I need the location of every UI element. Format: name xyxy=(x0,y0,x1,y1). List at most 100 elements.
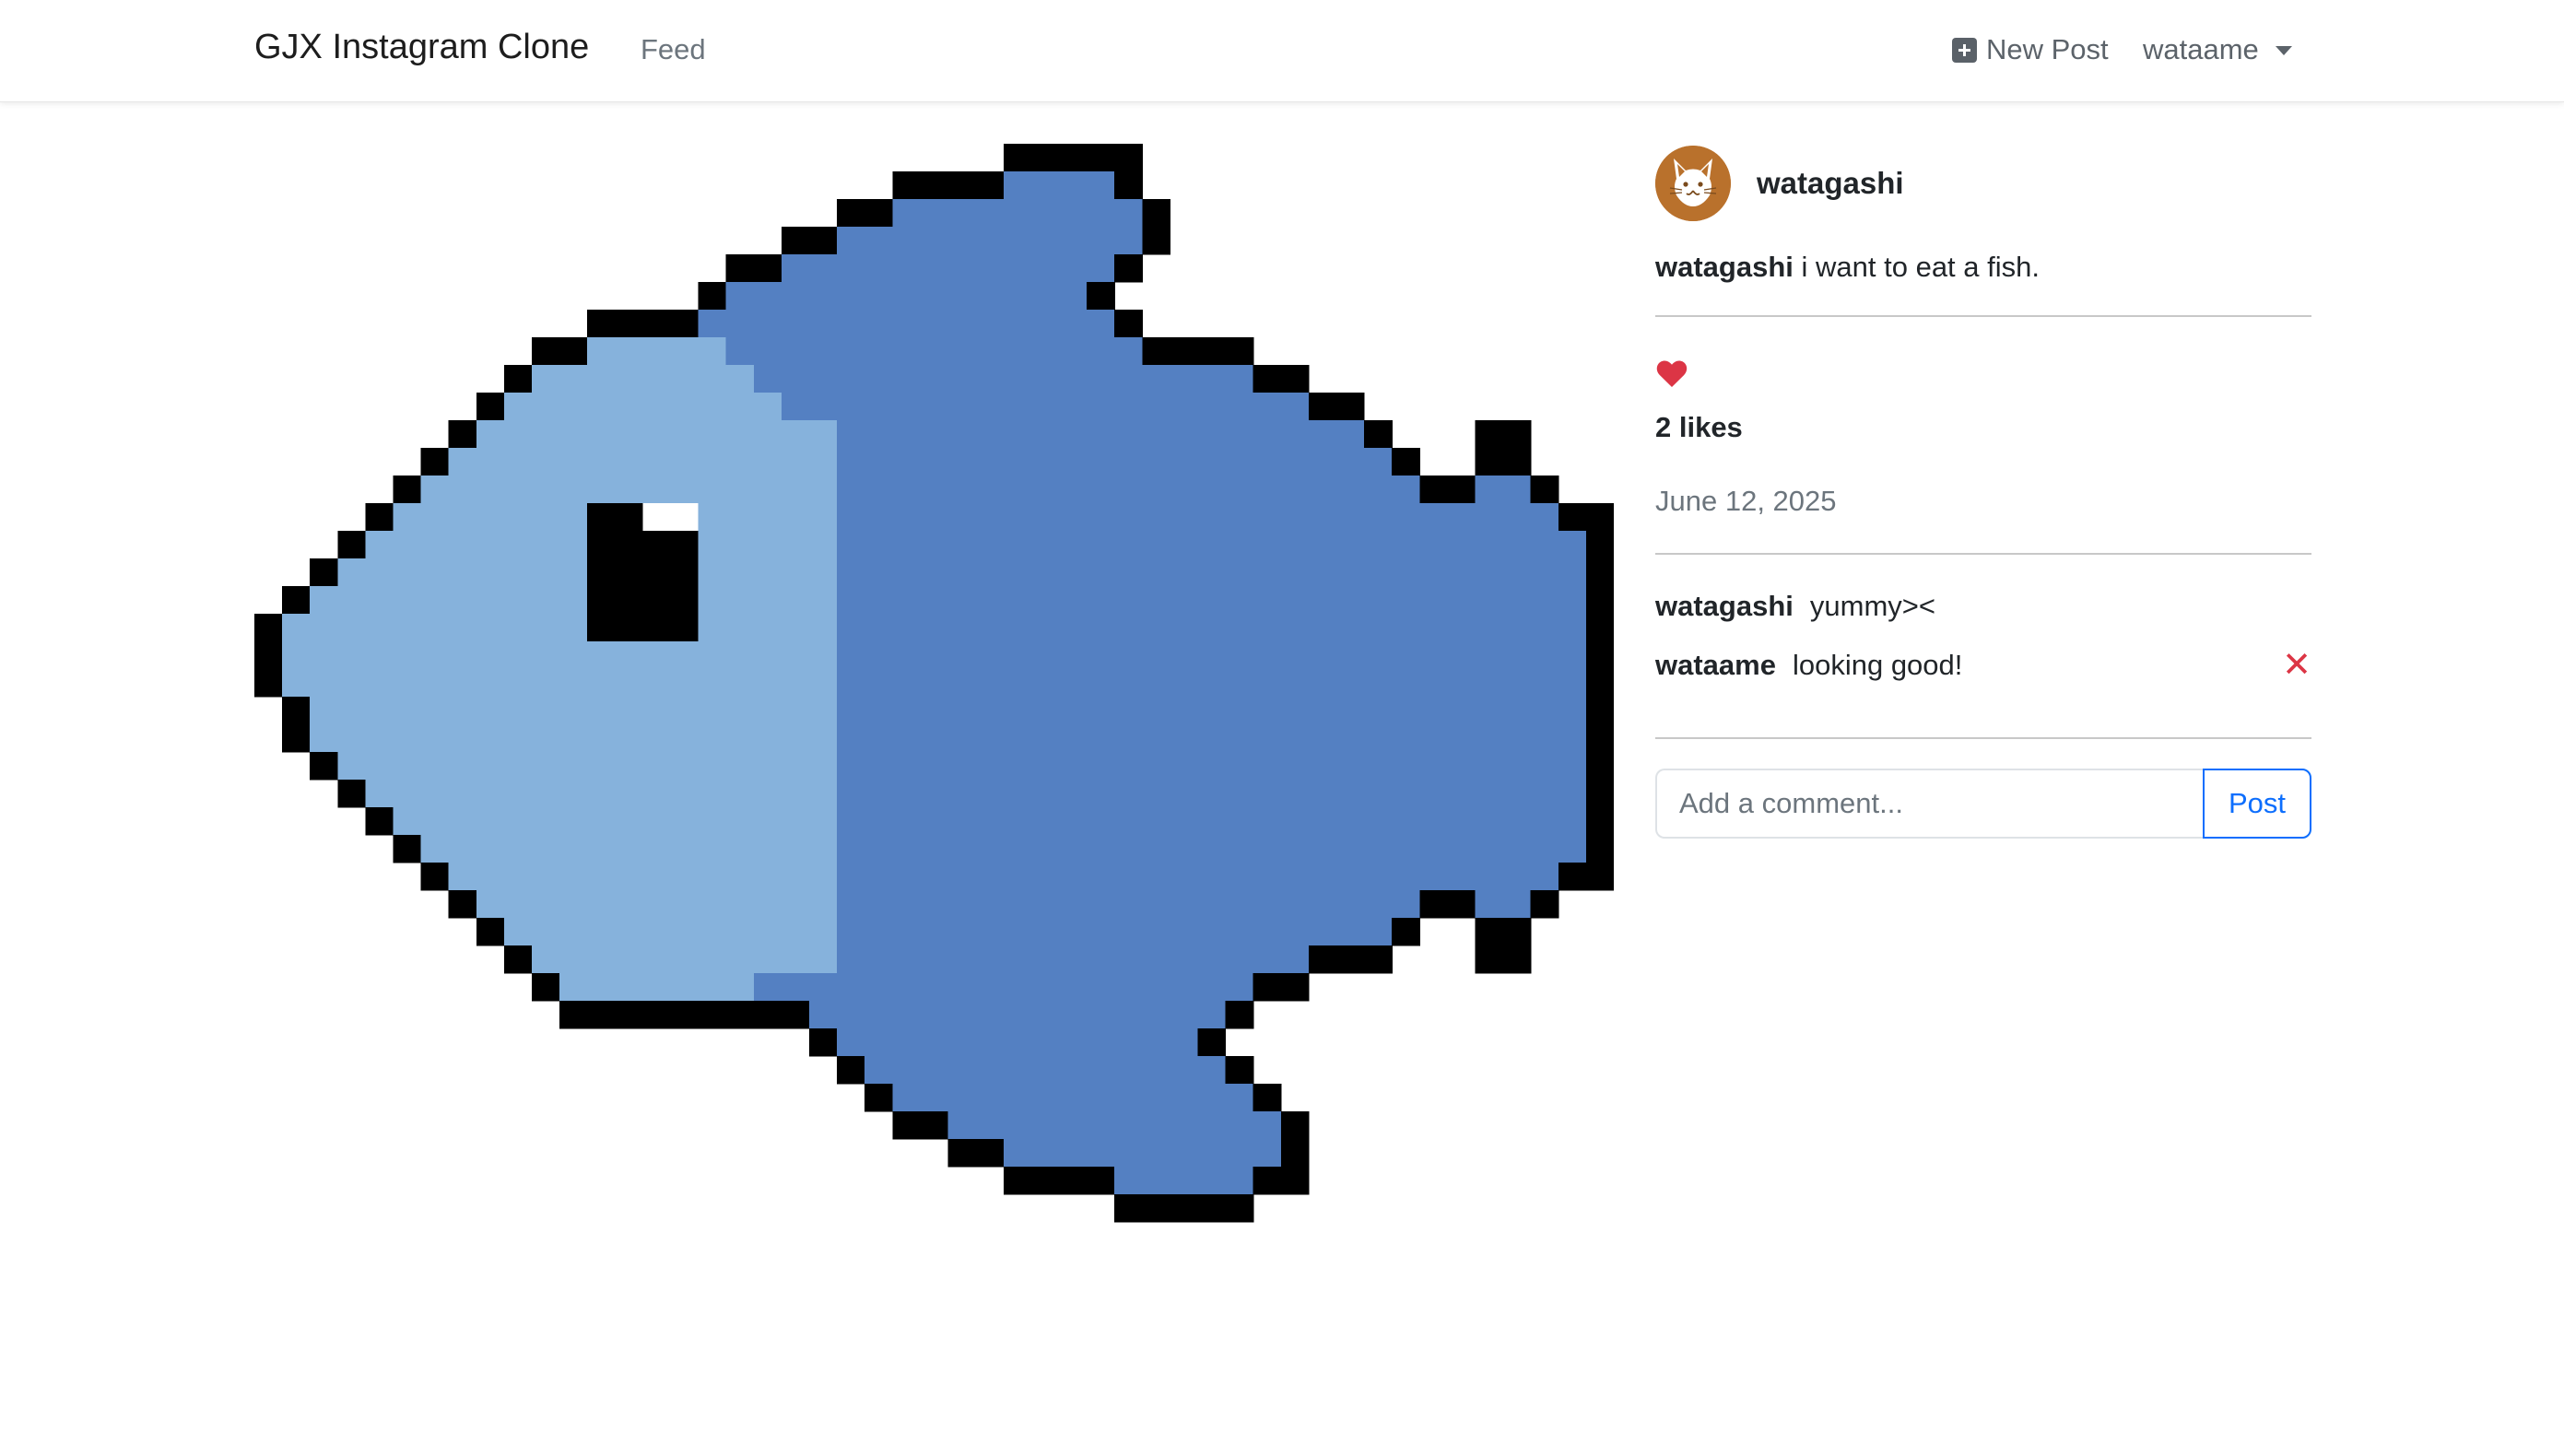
fish-pixel xyxy=(1364,752,1393,781)
fish-pixel xyxy=(920,420,949,449)
fish-pixel xyxy=(310,586,338,615)
fish-pixel xyxy=(781,393,810,421)
fish-pixel xyxy=(1003,614,1032,642)
fish-pixel xyxy=(587,641,616,670)
fish-pixel xyxy=(393,641,422,670)
fish-pixel xyxy=(975,918,1005,946)
fish-pixel xyxy=(532,448,560,476)
fish-pixel xyxy=(1502,752,1532,781)
caption-username[interactable]: watagashi xyxy=(1655,251,1794,283)
fish-pixel xyxy=(1558,503,1587,532)
fish-pixel xyxy=(310,669,338,698)
fish-pixel xyxy=(1114,503,1143,532)
fish-pixel xyxy=(1142,1139,1170,1168)
fish-pixel xyxy=(1558,863,1587,891)
fish-pixel xyxy=(1225,669,1254,698)
fish-pixel xyxy=(753,1001,782,1029)
fish-pixel xyxy=(476,420,505,449)
fish-pixel xyxy=(1114,614,1143,642)
fish-pixel xyxy=(753,337,782,366)
fish-pixel xyxy=(1280,973,1310,1002)
fish-pixel xyxy=(809,724,838,753)
comment-username[interactable]: wataame xyxy=(1655,649,1776,682)
fish-pixel xyxy=(1530,724,1559,753)
fish-pixel xyxy=(1502,531,1532,559)
fish-pixel xyxy=(559,614,588,642)
fish-pixel xyxy=(892,282,922,311)
fish-pixel xyxy=(1170,503,1199,532)
fish-pixel xyxy=(337,586,367,615)
fish-pixel xyxy=(1447,641,1476,670)
fish-pixel xyxy=(753,918,782,946)
fish-pixel xyxy=(947,835,977,863)
fish-pixel xyxy=(947,448,977,476)
fish-pixel xyxy=(975,503,1005,532)
fish-pixel xyxy=(698,724,727,753)
fish-pixel xyxy=(809,1028,838,1057)
fish-pixel xyxy=(1364,697,1393,725)
fish-pixel xyxy=(1308,614,1337,642)
fish-pixel xyxy=(947,697,977,725)
fish-pixel xyxy=(393,586,422,615)
post-author-name[interactable]: watagashi xyxy=(1757,166,1904,201)
close-icon[interactable]: ✕ xyxy=(2282,647,2311,684)
fish-pixel xyxy=(1225,1084,1254,1112)
fish-pixel xyxy=(1392,752,1420,781)
fish-pixel xyxy=(559,890,588,919)
post-comment-button[interactable]: Post xyxy=(2203,769,2311,839)
fish-pixel xyxy=(1114,420,1143,449)
fish-pixel xyxy=(1585,558,1614,587)
fish-pixel xyxy=(1280,1139,1310,1168)
fish-pixel xyxy=(365,807,394,836)
fish-pixel xyxy=(642,393,672,421)
fish-pixel xyxy=(920,863,949,891)
fish-pixel xyxy=(1364,503,1393,532)
fish-pixel xyxy=(420,614,450,642)
fish-pixel xyxy=(365,669,394,698)
fish-pixel xyxy=(1058,448,1088,476)
fish-pixel xyxy=(947,724,977,753)
fish-pixel xyxy=(1170,531,1199,559)
fish-pixel xyxy=(1585,752,1614,781)
fish-pixel xyxy=(698,614,727,642)
fish-pixel xyxy=(1058,1084,1088,1112)
fish-pixel xyxy=(837,697,865,725)
fish-pixel xyxy=(1003,199,1032,228)
nav-link-feed[interactable]: Feed xyxy=(641,33,706,66)
fish-pixel xyxy=(476,531,505,559)
fish-pixel xyxy=(781,558,810,587)
fish-pixel xyxy=(587,310,616,338)
fish-pixel xyxy=(1335,780,1365,808)
fish-pixel xyxy=(892,558,922,587)
fish-pixel xyxy=(532,807,560,836)
fish-pixel xyxy=(1087,807,1115,836)
fish-pixel xyxy=(864,890,893,919)
fish-pixel xyxy=(559,420,588,449)
fish-pixel xyxy=(532,503,560,532)
cat-face-icon[interactable] xyxy=(1655,146,1731,221)
comment-username[interactable]: watagashi xyxy=(1655,590,1794,623)
fish-pixel xyxy=(1475,448,1504,476)
fish-pixel xyxy=(420,752,450,781)
fish-pixel xyxy=(781,780,810,808)
fish-pixel xyxy=(725,724,755,753)
heart-icon[interactable] xyxy=(1655,358,1688,389)
fish-pixel xyxy=(1364,531,1393,559)
fish-pixel xyxy=(587,393,616,421)
comment-input[interactable] xyxy=(1655,769,2203,839)
fish-pixel xyxy=(1253,503,1282,532)
fish-pixel xyxy=(1114,945,1143,974)
fish-pixel xyxy=(448,503,477,532)
fish-pixel xyxy=(1142,780,1170,808)
fish-pixel xyxy=(615,337,644,366)
new-post-link[interactable]: New Post xyxy=(1952,33,2109,66)
brand-link[interactable]: GJX Instagram Clone xyxy=(254,28,589,67)
fish-pixel xyxy=(1058,1001,1088,1029)
fish-pixel xyxy=(837,227,865,255)
fish-pixel xyxy=(809,531,838,559)
fish-pixel xyxy=(753,697,782,725)
user-menu-toggle[interactable]: wataame xyxy=(2143,33,2292,66)
fish-pixel xyxy=(1585,835,1614,863)
fish-pixel xyxy=(1335,614,1365,642)
fish-pixel xyxy=(1364,614,1393,642)
